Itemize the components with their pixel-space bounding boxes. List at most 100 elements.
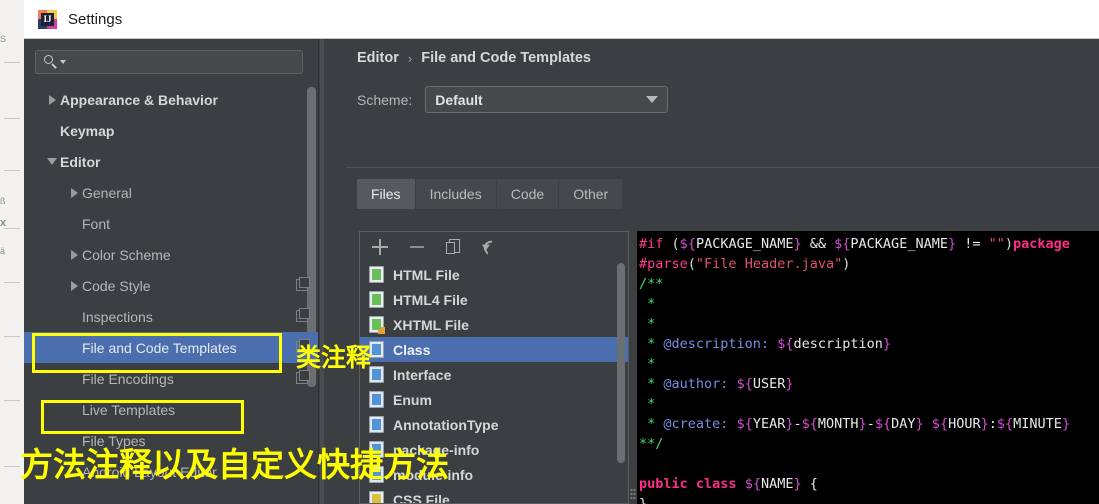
sidebar-item-label: Editor [60,153,101,170]
code-token: MINUTE [1013,416,1062,432]
template-list-item[interactable]: HTML4 File [360,287,628,312]
template-list-item[interactable]: Enum [360,387,628,412]
chevron-down-icon[interactable] [44,158,60,165]
code-token: * [639,296,656,312]
template-list-item[interactable]: Interface [360,362,628,387]
chevron-right-icon[interactable] [66,280,82,291]
list-editor-splitter[interactable] [629,231,637,504]
plus-icon[interactable] [371,238,389,256]
template-scrollbar-thumb[interactable] [617,263,625,463]
template-list-item[interactable]: XHTML File [360,312,628,337]
code-token: "File Header.java" [695,256,843,272]
chevron-right-icon[interactable] [44,94,60,105]
window-title-bar: IJ Settings [24,0,1099,39]
template-list-item[interactable]: CSS File [360,487,628,503]
sidebar-item-code-style[interactable]: Code Style [24,270,318,301]
code-line: #if (${PACKAGE_NAME} && ${PACKAGE_NAME} … [639,234,1099,254]
code-token: "" [988,236,1005,252]
sidebar-item-label: Font [82,215,111,232]
code-token: HOUR [948,416,981,432]
pane-splitter-bar[interactable] [320,39,324,504]
sidebar-item-general[interactable]: General [24,177,318,208]
code-token: * [639,396,656,412]
code-token: $ [996,416,1006,432]
code-token: * [639,376,664,392]
java-class-icon [369,341,384,358]
undo-icon[interactable] [481,237,500,256]
project-settings-icon [296,277,310,291]
chevron-right-icon[interactable] [66,187,82,198]
sidebar-item-font[interactable]: Font [24,208,318,239]
copy-icon[interactable] [445,238,463,256]
logo-letters: IJ [41,12,54,26]
code-token: * [639,316,656,332]
main-content-pane: Editor › File and Code Templates Scheme:… [326,39,1099,504]
code-token: $ [874,416,883,432]
code-token: /** [639,276,664,292]
tab-files[interactable]: Files [357,179,416,209]
code-token: NAME [760,476,794,492]
code-token: $ [931,416,940,432]
code-token: @create: [663,416,729,432]
code-line: #parse("File Header.java") [639,254,1099,274]
tab-includes[interactable]: Includes [415,179,497,209]
scheme-row: Scheme: Default [357,86,669,113]
code-token: { [1005,416,1014,432]
code-token: != [956,236,989,252]
sidebar-item-editor[interactable]: Editor [24,146,318,177]
template-category-tabs: Files Includes Code Other [357,179,624,209]
window-title: Settings [68,10,123,28]
code-token: MONTH [817,416,859,432]
chevron-down-icon[interactable] [60,60,66,64]
breadcrumb-parent[interactable]: Editor [357,50,399,66]
breadcrumb-current: File and Code Templates [421,50,591,66]
search-input[interactable] [35,50,303,74]
code-token: } [858,416,867,432]
code-token: } [785,376,794,392]
code-token: } [793,236,802,252]
sidebar-item-color-scheme[interactable]: Color Scheme [24,239,318,270]
code-token: { [752,476,761,492]
xhtml-file-icon [369,316,385,334]
sidebar-item-label: Keymap [60,122,115,139]
sidebar-item-appearance-behavior[interactable]: Appearance & Behavior [24,84,318,115]
code-line: public class ${NAME} { [639,474,1099,494]
breadcrumb: Editor › File and Code Templates [357,50,591,66]
code-token: ( [671,236,680,252]
css-file-icon [369,491,384,503]
template-list-item[interactable]: HTML File [360,262,628,287]
chevron-down-icon [646,96,659,103]
code-token: ) [842,256,851,272]
template-list-item[interactable]: Class [360,337,628,362]
code-token: PACKAGE_NAME [695,236,794,252]
section-divider [346,167,1099,168]
search-icon [44,55,58,69]
tab-other[interactable]: Other [559,179,624,209]
code-token: } [785,416,794,432]
template-code-editor[interactable]: #if (${PACKAGE_NAME} && ${PACKAGE_NAME} … [637,231,1099,504]
code-token: } [915,416,924,432]
chevron-right-icon[interactable] [66,249,82,260]
code-token: { [687,236,696,252]
code-token: - [866,416,875,432]
annotation-class-comment: 类注释 [296,343,372,372]
tab-code[interactable]: Code [496,179,560,209]
html-file-icon [369,291,384,308]
code-token: USER [752,376,786,392]
code-token: ( [687,256,696,272]
tab-label: Files [371,186,401,202]
annotation-method-comment-shortcut: 方法注释以及自定义快捷方法 [20,445,449,484]
settings-dialog-body: Appearance & Behavior Keymap Editor General… [24,39,1099,504]
template-list-item[interactable]: AnnotationType [360,412,628,437]
code-token: package [1013,236,1070,252]
code-line: **/ [639,434,1099,454]
scheme-select[interactable]: Default [425,86,669,113]
sidebar-item-inspections[interactable]: Inspections [24,301,318,332]
code-line: * @create: ${YEAR}-${MONTH}-${DAY} ${HOU… [639,414,1099,434]
code-token: YEAR [752,416,786,432]
sidebar-item-keymap[interactable]: Keymap [24,115,318,146]
minus-icon[interactable] [408,238,426,256]
code-line: * @description: ${description} [639,334,1099,354]
